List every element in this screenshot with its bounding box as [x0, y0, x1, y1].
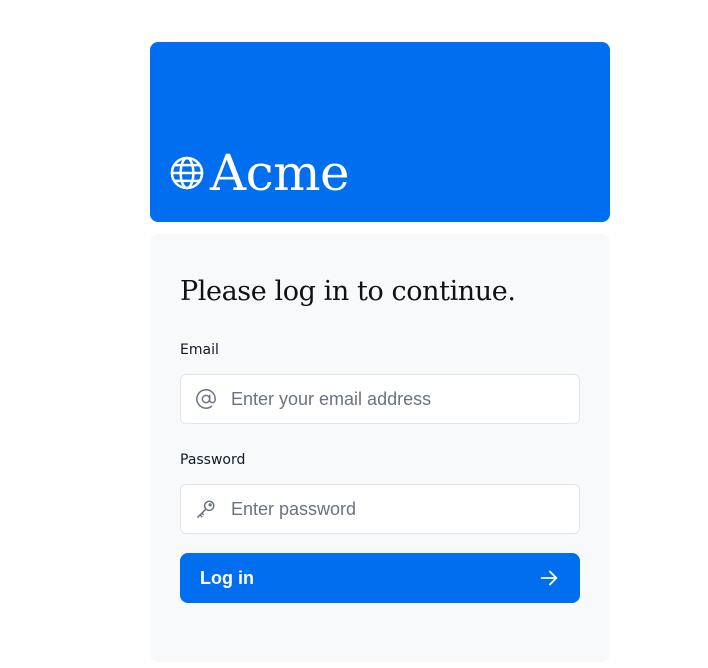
globe-icon [168, 154, 206, 192]
login-heading: Please log in to continue. [180, 276, 516, 307]
brand-banner: Acme [150, 42, 610, 222]
key-icon [181, 485, 231, 533]
password-input[interactable] [231, 486, 571, 532]
arrow-right-icon [538, 567, 560, 589]
login-form: Please log in to continue. Email Passwor… [150, 234, 610, 662]
login-button[interactable]: Log in [180, 553, 580, 603]
email-label: Email [180, 342, 219, 358]
brand-name: Acme [210, 144, 350, 202]
email-field-wrapper [180, 374, 580, 424]
password-label: Password [180, 452, 246, 468]
at-sign-icon [181, 375, 231, 423]
login-page: Acme Please log in to continue. Email Pa… [0, 0, 708, 668]
password-field-wrapper [180, 484, 580, 534]
email-input[interactable] [231, 376, 571, 422]
brand-logo: Acme [168, 144, 350, 202]
login-button-label: Log in [200, 567, 254, 588]
